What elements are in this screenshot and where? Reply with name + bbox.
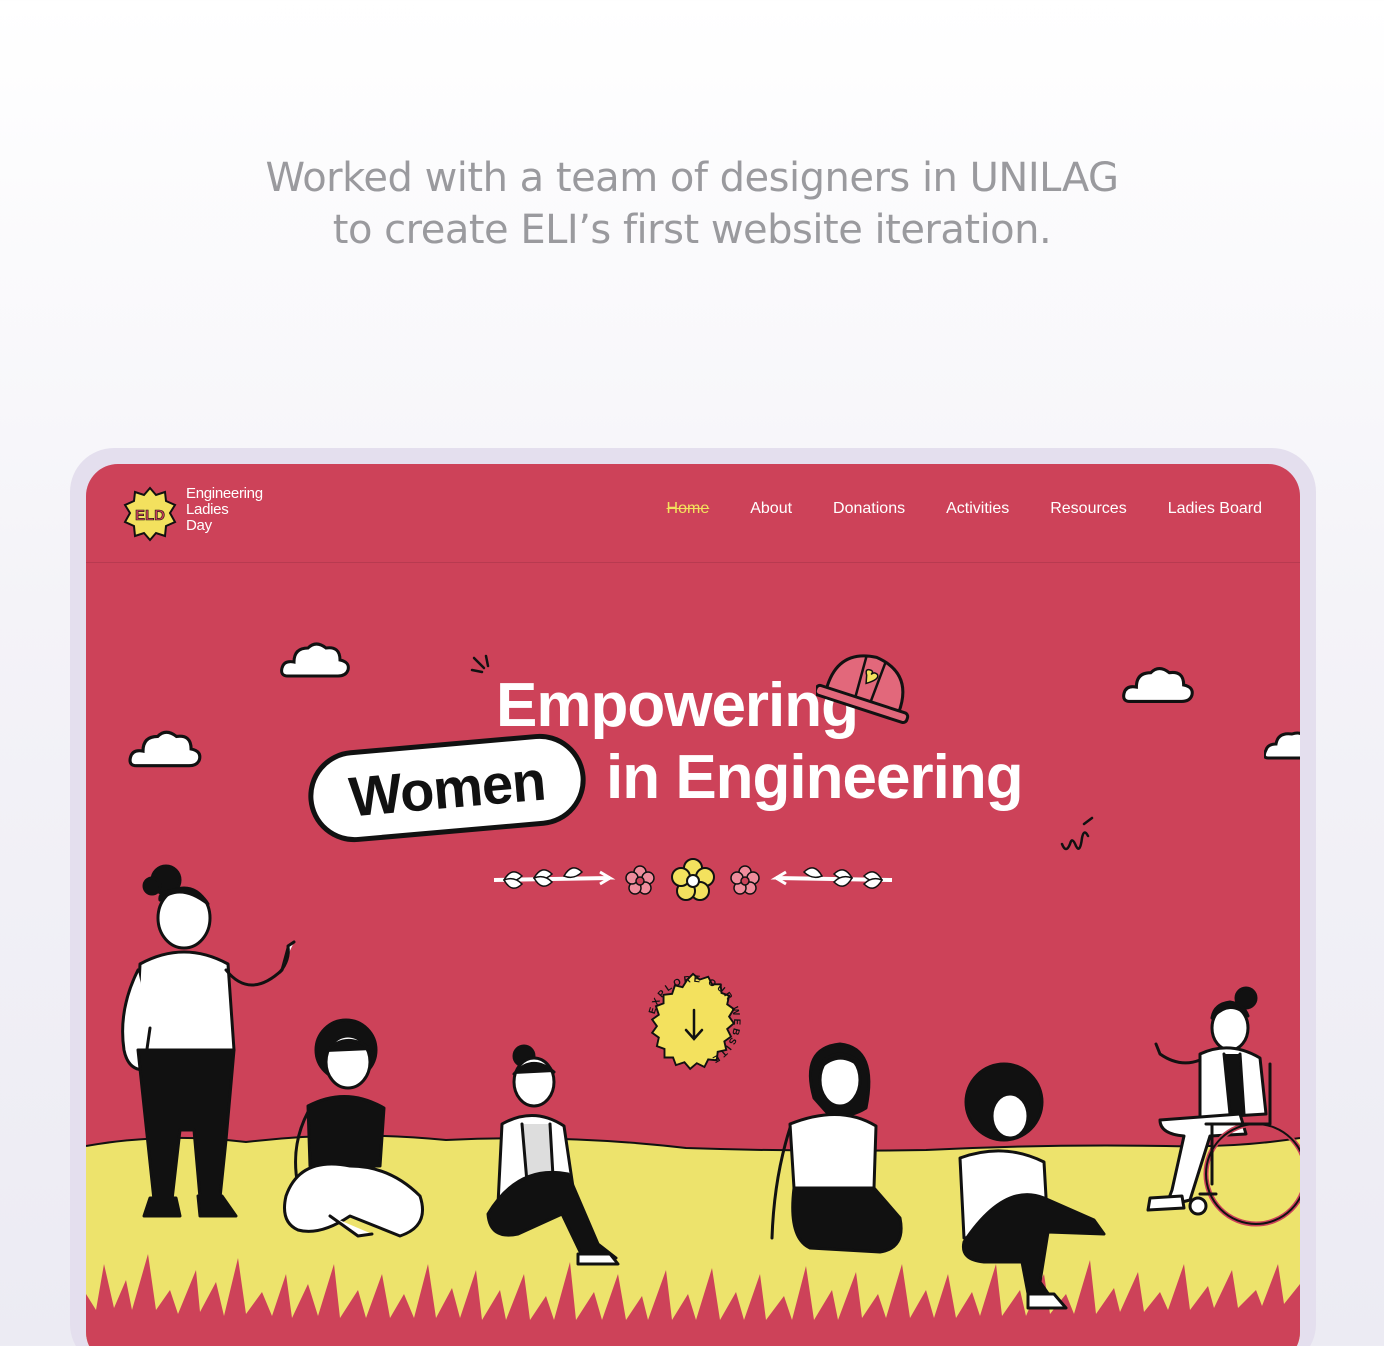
hero-highlight-pill: Women bbox=[304, 730, 590, 846]
explore-website-badge[interactable]: EXPLORE OUR WEBSITE bbox=[634, 962, 754, 1082]
gear-badge-icon: ELD bbox=[123, 486, 177, 542]
illustration-person-kneeling bbox=[770, 1042, 903, 1254]
illustration-person-sitting-1 bbox=[283, 1018, 424, 1238]
nav-resources[interactable]: Resources bbox=[1050, 500, 1126, 518]
flower-divider bbox=[493, 858, 893, 901]
cloud-icon bbox=[1122, 667, 1194, 703]
cloud-icon bbox=[1264, 731, 1300, 760]
caption: Worked with a team of designers in UNILA… bbox=[0, 152, 1384, 256]
hard-hat-icon bbox=[816, 654, 910, 725]
logo-line-3: Day bbox=[186, 517, 212, 534]
main-nav: Home About Donations Activities Resource… bbox=[667, 500, 1262, 518]
nav-activities[interactable]: Activities bbox=[946, 500, 1009, 518]
caption-line-2: to create ELI’s first website iteration. bbox=[332, 207, 1052, 253]
nav-donations[interactable]: Donations bbox=[833, 500, 905, 518]
logo-wordmark: Engineering Ladies Day bbox=[186, 486, 263, 534]
illustration-person-sitting-2 bbox=[486, 1044, 620, 1266]
logo-line-2: Ladies bbox=[186, 501, 229, 518]
hero-highlight-word: Women bbox=[346, 748, 548, 828]
cloud-icon bbox=[128, 730, 202, 768]
nav-home[interactable]: Home bbox=[667, 500, 710, 518]
illustration-person-sitting-3 bbox=[958, 1062, 1106, 1310]
logo-line-1: Engineering bbox=[186, 485, 263, 502]
site-logo[interactable]: ELD Engineering Ladies Day bbox=[122, 484, 292, 542]
hero-heading-line-2: in Engineering bbox=[606, 743, 1024, 812]
nav-about[interactable]: About bbox=[750, 500, 792, 518]
illustration-person-wheelchair bbox=[1146, 986, 1300, 1227]
caption-line-1: Worked with a team of designers in UNILA… bbox=[265, 155, 1119, 201]
hero-heading-line-1: Empowering bbox=[496, 671, 859, 740]
navbar: ELD Engineering Ladies Day Home About Do… bbox=[86, 464, 1300, 563]
squiggle-icon bbox=[1060, 816, 1094, 851]
website-screen: ELD Engineering Ladies Day Home About Do… bbox=[86, 464, 1300, 1346]
nav-ladies-board[interactable]: Ladies Board bbox=[1168, 500, 1262, 518]
cloud-icon bbox=[280, 642, 350, 678]
svg-text:ELD: ELD bbox=[135, 507, 165, 524]
